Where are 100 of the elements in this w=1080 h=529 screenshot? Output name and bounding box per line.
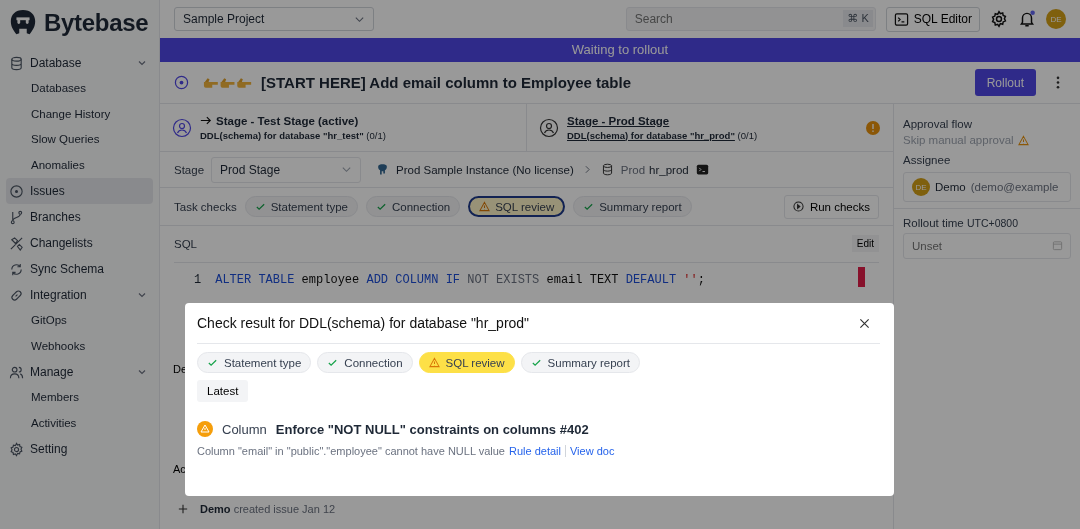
activity-text: Demo created issue Jan 12	[200, 503, 336, 515]
sidebar-item[interactable]: Branches	[6, 204, 153, 230]
link-icon	[9, 287, 24, 303]
rule-category: Column	[222, 421, 267, 437]
task-name[interactable]: DDL(schema) for database "hr_test"	[200, 129, 364, 141]
elephant-icon	[376, 163, 390, 176]
stage-label: Stage	[174, 163, 205, 176]
status-circle-icon	[174, 75, 189, 90]
check-icon	[254, 201, 266, 212]
check-tab[interactable]: Summary report	[520, 352, 640, 373]
sidebar-subitem[interactable]: Webhooks	[6, 333, 153, 359]
pointing-hands-icon	[203, 75, 253, 90]
sidebar-item[interactable]: Setting	[6, 436, 153, 462]
check-icon	[207, 357, 218, 368]
close-icon[interactable]	[859, 317, 870, 329]
sidebar-item[interactable]: Issues	[6, 178, 153, 204]
sidebar-item[interactable]: Integration	[6, 282, 153, 308]
sidebar-subitem[interactable]: Change History	[6, 101, 153, 127]
minimap-marker	[858, 267, 865, 287]
check-tab[interactable]: Statement type	[197, 352, 312, 373]
calendar-icon	[1052, 240, 1063, 251]
doc-link[interactable]: Rule detail	[508, 445, 561, 457]
rule-title: Enforce "NOT NULL" constraints on columns #402	[275, 421, 589, 437]
issue-icon	[9, 183, 24, 199]
people-icon	[9, 364, 24, 380]
stage-title: Stage - Prod Stage	[567, 114, 670, 127]
warning-icon	[479, 201, 491, 212]
shortcut-key: ⌘ K	[843, 10, 873, 27]
database-name[interactable]: hr_prod	[649, 163, 689, 176]
status-banner: Waiting to rollout	[160, 38, 1080, 62]
sql-editor-button[interactable]: SQL Editor	[885, 6, 980, 32]
warning-icon	[1017, 134, 1029, 146]
notification-bell-icon[interactable]	[1018, 10, 1036, 28]
more-icon[interactable]	[1056, 75, 1060, 90]
sidebar-subitem[interactable]: Members	[6, 385, 153, 411]
doc-link[interactable]: View doc	[569, 445, 615, 457]
approval-flow-label: Approval flow	[903, 118, 974, 130]
chevron-down-icon	[341, 164, 353, 175]
assignee-select[interactable]: DE Demo (demo@example	[903, 172, 1071, 202]
issue-title: [START HERE] Add email column to Employee table	[261, 74, 632, 91]
warning-icon	[197, 421, 213, 437]
stage-select[interactable]: Prod Stage	[211, 156, 362, 183]
arrow-icon	[200, 115, 212, 126]
stage-tab[interactable]: Stage - Test Stage (active) DDL(schema) for database "hr_test" (0/1)	[160, 104, 526, 151]
sidebar-subitem[interactable]: Databases	[6, 76, 153, 102]
environment-name: Prod	[620, 163, 646, 176]
gear-icon	[9, 441, 24, 457]
check-icon	[376, 201, 387, 212]
sidebar-item[interactable]: Manage	[6, 359, 153, 385]
stage-title: Stage - Test Stage (active)	[216, 114, 359, 127]
check-chip[interactable]: Statement type	[244, 196, 358, 217]
check-icon	[530, 357, 542, 368]
timezone-text: UTC+0800	[966, 217, 1018, 229]
result-message: Column "email" in "public"."employee" cannot have NULL value	[197, 445, 505, 457]
sidebar-subitem[interactable]: Slow Queries	[6, 127, 153, 153]
run-checks-button[interactable]: Run checks	[783, 194, 879, 219]
stage-tab[interactable]: Stage - Prod Stage DDL(schema) for database "hr_prod" (0/1)	[526, 104, 893, 151]
sql-label: SQL	[174, 237, 197, 250]
terminal-icon[interactable]	[695, 163, 709, 176]
rollout-time-label: Rollout time	[903, 217, 964, 229]
sidebar-item[interactable]: Database	[6, 50, 153, 76]
terminal-icon	[893, 11, 909, 27]
play-circle-icon	[792, 201, 804, 212]
task-count: (0/1)	[366, 129, 386, 141]
brand-name: Bytebase	[44, 9, 149, 37]
rollout-time-field[interactable]: Unset	[903, 233, 1071, 259]
warning-icon	[428, 357, 440, 368]
task-name[interactable]: DDL(schema) for database "hr_prod"	[567, 129, 735, 141]
edit-button[interactable]: Edit	[851, 235, 879, 252]
section-label: Ac	[173, 463, 186, 475]
sidebar-subitem[interactable]: Anomalies	[6, 152, 153, 178]
line-number: 1	[194, 273, 202, 287]
sync-icon	[9, 261, 24, 277]
sidebar-subitem[interactable]: Activities	[6, 410, 153, 436]
dialog-title: Check result for DDL(schema) for database "hr_prod"	[197, 315, 530, 331]
branch-icon	[9, 209, 24, 225]
rollout-button[interactable]: Rollout	[974, 69, 1036, 96]
check-chip[interactable]: Summary report	[573, 196, 692, 217]
database-icon	[600, 163, 614, 176]
check-chip[interactable]: SQL review	[468, 196, 566, 217]
check-tab[interactable]: Connection	[317, 352, 413, 373]
check-chip[interactable]: Connection	[366, 196, 461, 217]
sidebar-item[interactable]: Sync Schema	[6, 256, 153, 282]
task-checks-label: Task checks	[174, 200, 237, 213]
plus-icon	[178, 504, 188, 514]
approval-value: Skip manual approval	[903, 134, 1014, 146]
sidebar-item[interactable]: Changelists	[6, 230, 153, 256]
latest-button[interactable]: Latest	[197, 380, 249, 402]
assignee-label: Assignee	[903, 154, 952, 166]
user-avatar: DE	[912, 178, 930, 196]
sidebar-subitem[interactable]: GitOps	[6, 308, 153, 334]
check-icon	[583, 201, 595, 212]
code-line: ALTER TABLE employee ADD COLUMN IF NOT EXISTS email TEXT DEFAULT '';	[215, 273, 705, 287]
check-icon	[327, 357, 339, 368]
project-select[interactable]: Sample Project	[174, 7, 374, 31]
check-tab[interactable]: SQL review	[418, 352, 515, 373]
settings-icon[interactable]	[990, 10, 1008, 28]
instance-name[interactable]: Prod Sample Instance (No license)	[396, 163, 574, 176]
changelist-icon	[9, 235, 24, 251]
task-count: (0/1)	[737, 129, 758, 141]
